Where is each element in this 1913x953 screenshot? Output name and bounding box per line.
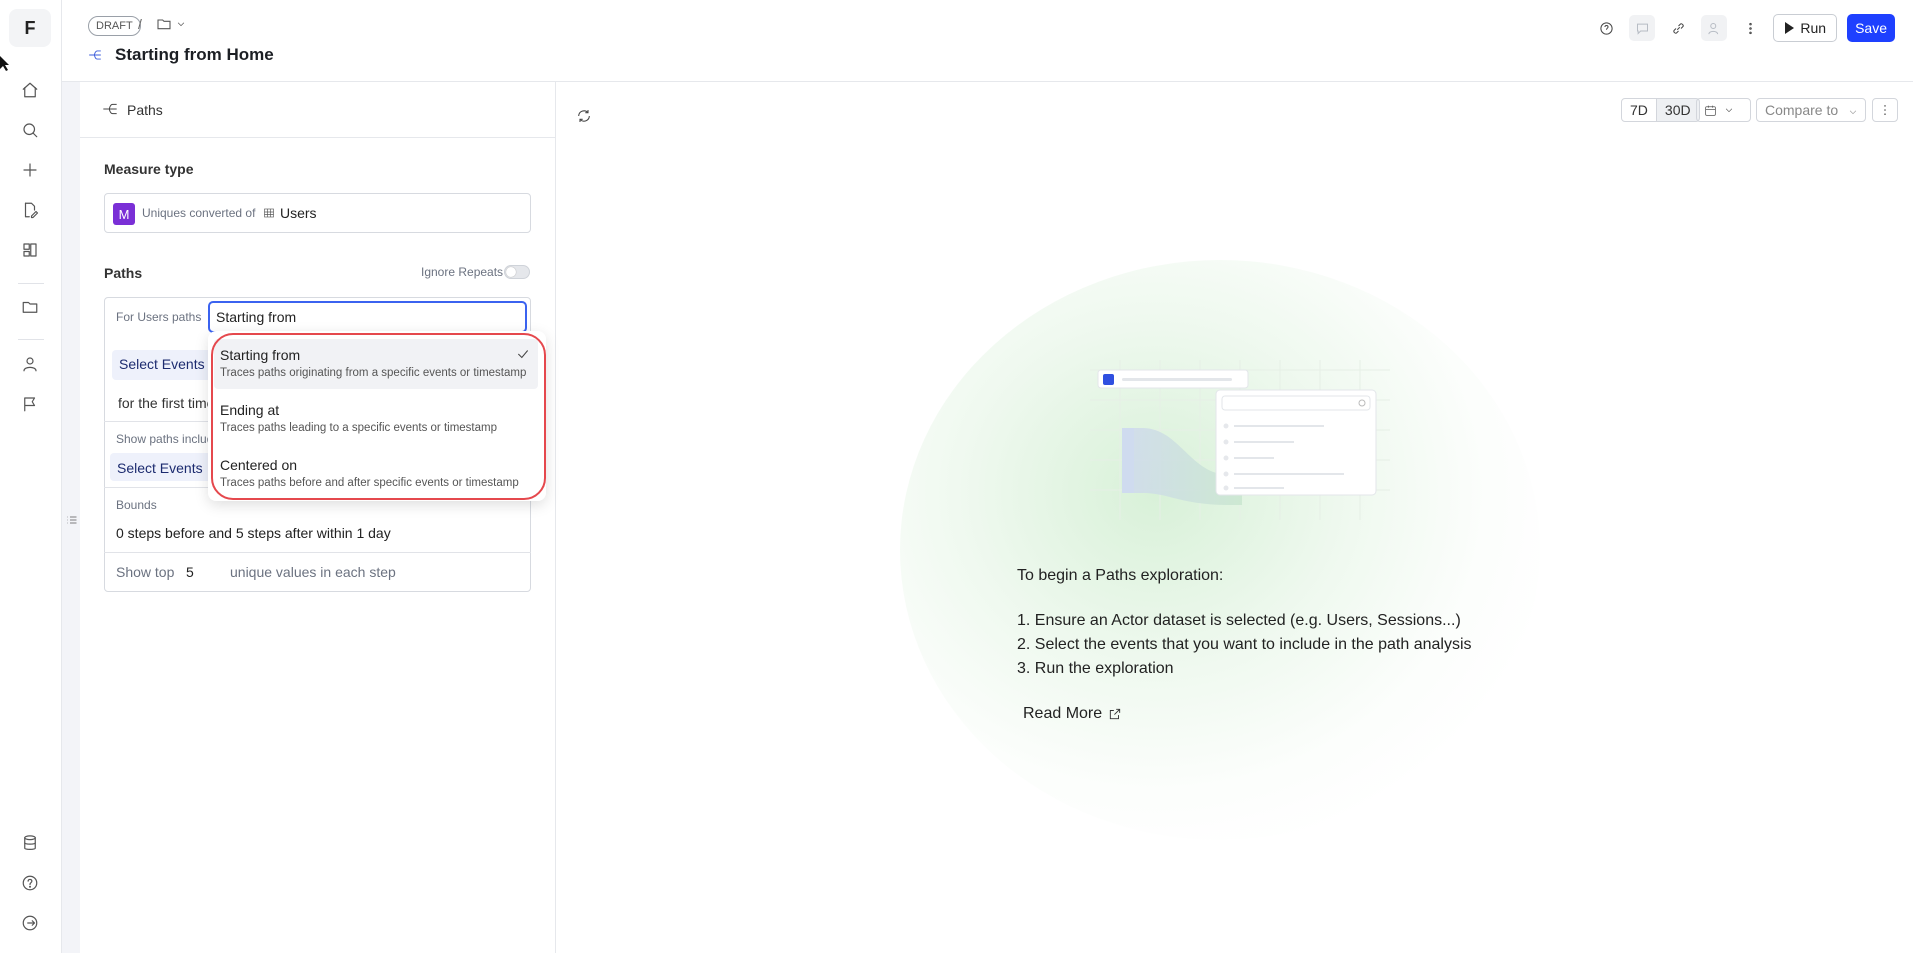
home-icon[interactable] — [19, 79, 41, 101]
divider — [104, 552, 531, 553]
table-icon — [264, 208, 274, 218]
compare-to-label: Compare to — [1765, 102, 1839, 118]
search-icon[interactable] — [19, 119, 41, 141]
step-1: 1. Ensure an Actor dataset is selected (… — [1017, 612, 1461, 629]
show-top-label: Show top — [116, 564, 175, 580]
page-title[interactable]: Starting from Home — [115, 45, 274, 65]
chevron-down-icon — [177, 22, 185, 27]
plus-icon[interactable] — [19, 159, 41, 181]
chevron-down-icon — [1725, 108, 1733, 113]
breadcrumb-separator: / — [138, 16, 142, 32]
date-range-toggle: 7D 30D — [1621, 98, 1700, 122]
chevron-down-icon — [1849, 110, 1857, 115]
ignore-repeats-label: Ignore Repeats — [421, 265, 504, 279]
run-button[interactable]: Run — [1773, 14, 1838, 42]
external-link-icon — [1110, 708, 1121, 720]
step-2: 2. Select the events that you want to in… — [1017, 636, 1472, 653]
date-picker-button[interactable] — [1696, 98, 1751, 122]
option-label: Centered on — [220, 457, 298, 473]
refresh-icon[interactable] — [576, 108, 592, 127]
for-users-paths-label: For Users paths — [116, 310, 202, 324]
more-options-button[interactable] — [1872, 98, 1898, 122]
folder-icon — [157, 19, 171, 30]
range-7d-button[interactable]: 7D — [1621, 98, 1657, 122]
path-mode-select[interactable]: Starting from — [208, 301, 527, 333]
empty-state-intro: To begin a Paths exploration: — [1017, 567, 1224, 584]
read-more-label: Read More — [1023, 705, 1103, 722]
path-mode-dropdown: Starting from Traces paths originating f… — [208, 331, 546, 501]
option-centered-on[interactable]: Centered on Traces paths before and afte… — [214, 449, 538, 499]
draft-badge: DRAFT — [88, 16, 141, 36]
edit-document-icon[interactable] — [19, 199, 41, 221]
paths-illustration — [1090, 360, 1390, 520]
help-circle-icon[interactable] — [1593, 15, 1619, 41]
logout-icon[interactable] — [19, 912, 41, 934]
panel-header: Paths — [80, 82, 556, 138]
share-users-icon[interactable] — [1701, 15, 1728, 41]
app-logo[interactable]: F — [9, 9, 51, 47]
calendar-icon — [1705, 105, 1716, 116]
range-30d-button[interactable]: 30D — [1656, 98, 1700, 122]
option-label: Ending at — [220, 402, 280, 418]
empty-state-steps: 1. Ensure an Actor dataset is selected (… — [1017, 609, 1472, 681]
option-starting-from[interactable]: Starting from Traces paths originating f… — [214, 339, 538, 389]
left-rail: F — [0, 0, 62, 953]
select-events-button-2[interactable]: Select Events — [117, 460, 203, 476]
ignore-repeats-toggle[interactable] — [504, 265, 530, 279]
comment-icon[interactable] — [1629, 15, 1656, 41]
play-icon — [1785, 22, 1795, 34]
option-desc: Traces paths originating from a specific… — [220, 367, 527, 379]
panel-title: Paths — [127, 102, 163, 118]
save-button[interactable]: Save — [1847, 14, 1895, 42]
top-header: DRAFT / Starting from Home Run Save — [62, 0, 1913, 82]
database-icon[interactable] — [19, 832, 41, 854]
paths-section-title: Paths — [104, 265, 143, 281]
option-ending-at[interactable]: Ending at Traces paths leading to a spec… — [214, 394, 538, 444]
dashboard-icon[interactable] — [19, 239, 41, 261]
option-desc: Traces paths leading to a specific event… — [220, 422, 497, 434]
flag-icon[interactable] — [19, 393, 41, 415]
measure-type-selector[interactable]: M Uniques converted of Users — [104, 193, 531, 233]
bounds-label: Bounds — [116, 498, 157, 512]
check-icon — [516, 347, 530, 364]
help-icon[interactable] — [19, 872, 41, 894]
measure-dataset[interactable]: Users — [263, 205, 317, 221]
first-time-label: for the first time — [118, 395, 215, 411]
top-n-input[interactable]: 5 — [186, 564, 194, 580]
empty-state-glow — [900, 260, 1540, 840]
list-icon[interactable] — [66, 513, 78, 529]
select-events-button-1[interactable]: Select Events — [119, 356, 205, 372]
paths-icon — [88, 48, 102, 65]
more-vertical-icon[interactable] — [1737, 15, 1763, 41]
link-icon[interactable] — [1665, 15, 1691, 41]
measure-type-title: Measure type — [104, 161, 194, 177]
unique-values-label: unique values in each step — [230, 564, 396, 580]
folder-icon[interactable] — [19, 296, 41, 318]
read-more-link[interactable]: Read More — [1023, 705, 1122, 723]
run-label: Run — [1800, 20, 1827, 36]
folder-picker[interactable] — [156, 16, 186, 32]
paths-icon — [102, 101, 118, 120]
mouse-cursor-icon — [0, 56, 9, 71]
user-icon[interactable] — [19, 353, 41, 375]
dataset-label: Users — [280, 205, 317, 221]
option-desc: Traces paths before and after specific e… — [220, 477, 519, 489]
option-label: Starting from — [220, 347, 301, 363]
step-3: 3. Run the exploration — [1017, 660, 1174, 677]
measure-text: Uniques converted of — [142, 206, 256, 220]
compare-to-select[interactable]: Compare to — [1756, 98, 1866, 122]
more-vertical-icon — [1884, 105, 1886, 115]
measure-badge: M — [113, 203, 135, 225]
bounds-value[interactable]: 0 steps before and 5 steps after within … — [116, 525, 391, 541]
